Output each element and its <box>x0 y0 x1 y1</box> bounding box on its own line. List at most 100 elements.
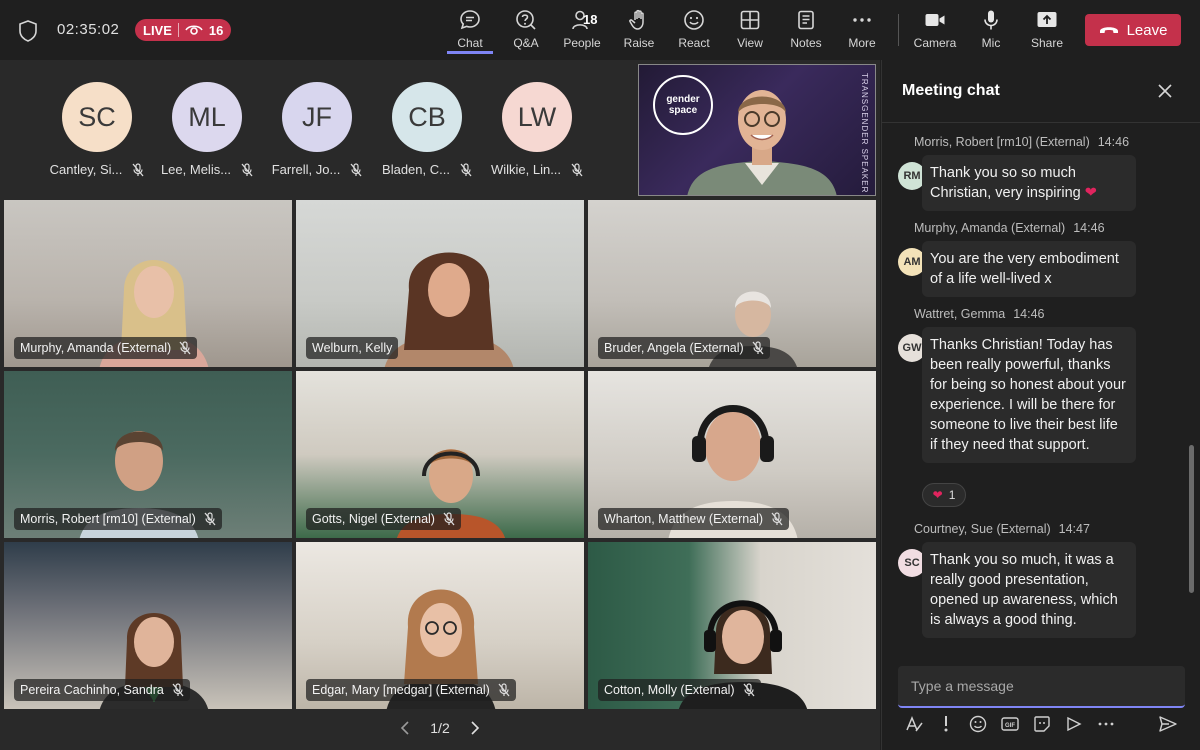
message-input[interactable] <box>898 666 1185 706</box>
mic-off-icon <box>179 341 191 355</box>
share-label: Share <box>1030 36 1064 50</box>
tile-name: Wharton, Matthew (External) <box>604 512 764 526</box>
participant-name-label: Cantley, Si... <box>49 162 123 177</box>
smiley-icon <box>684 10 704 30</box>
shield-icon[interactable] <box>18 20 38 42</box>
participant-name: Wilkie, Lin... <box>482 162 592 177</box>
chevron-right-icon[interactable] <box>470 721 480 735</box>
tile-name: Pereira Cachinho, Sandra <box>20 683 164 697</box>
video-tile[interactable]: Cotton, Molly (External) <box>588 542 876 709</box>
people-count: 18 <box>583 12 598 27</box>
tile-name: Edgar, Mary [medgar] (External) <box>312 683 490 697</box>
message-bubble[interactable]: Thank you so so much Christian, very ins… <box>922 155 1136 211</box>
video-tile[interactable]: Gotts, Nigel (External) <box>296 371 584 538</box>
emoji-icon[interactable] <box>968 714 988 734</box>
message-text: Thank you so much, it was a really good … <box>930 552 1118 628</box>
message-author: Murphy, Amanda (External) <box>914 221 1066 235</box>
video-tile[interactable]: Pereira Cachinho, Sandra <box>4 542 292 709</box>
view-label: View <box>737 36 763 50</box>
mic-button[interactable]: Mic <box>978 8 1004 54</box>
mic-off-icon <box>460 162 472 176</box>
camera-button[interactable]: Camera <box>913 8 957 54</box>
message-bubble[interactable]: Thank you so much, it was a really good … <box>922 542 1136 638</box>
more-actions-icon[interactable] <box>1096 714 1116 734</box>
tile-name: Morris, Robert [rm10] (External) <box>20 512 196 526</box>
mic-off-icon <box>443 512 455 526</box>
share-button[interactable]: Share <box>1030 8 1064 54</box>
presenter-video[interactable]: gender space TRANSGENDER SPEAKER <box>638 64 876 196</box>
viewer-count: 16 <box>208 22 224 38</box>
priority-icon[interactable] <box>936 714 956 734</box>
tile-name-label: Pereira Cachinho, Sandra <box>14 679 190 701</box>
raise-label: Raise <box>623 36 655 50</box>
live-badge[interactable]: LIVE 16 <box>135 19 232 41</box>
message-bubble[interactable]: Thanks Christian! Today has been really … <box>922 327 1136 463</box>
svg-text:GIF: GIF <box>1005 723 1015 729</box>
leave-button[interactable]: Leave <box>1085 14 1181 46</box>
loop-component-icon[interactable] <box>1064 714 1084 734</box>
tile-name: Murphy, Amanda (External) <box>20 341 172 355</box>
share-icon <box>1037 12 1057 27</box>
heart-icon: ❤ <box>932 488 943 502</box>
participant-avatar[interactable]: ML Lee, Melis... <box>152 82 262 177</box>
more-button[interactable]: More <box>846 8 878 54</box>
close-icon[interactable] <box>1158 84 1172 98</box>
message-time: 14:46 <box>1073 221 1105 235</box>
side-banner-text: TRANSGENDER SPEAKER <box>860 73 869 194</box>
participant-avatar[interactable]: LW Wilkie, Lin... <box>482 82 592 177</box>
send-icon[interactable] <box>1158 714 1178 734</box>
hand-icon <box>629 9 644 30</box>
participant-avatar[interactable]: JF Farrell, Jo... <box>262 82 372 177</box>
grid-view-icon <box>740 10 760 30</box>
message-author: Wattret, Gemma <box>914 307 1006 321</box>
meeting-timer: 02:35:02 <box>57 21 120 38</box>
message-time: 14:46 <box>1097 135 1130 149</box>
eye-icon <box>185 25 203 35</box>
more-icon <box>853 18 871 22</box>
video-tile[interactable]: Edgar, Mary [medgar] (External) <box>296 542 584 709</box>
compose-box <box>898 666 1185 708</box>
chat-messages-list[interactable]: Morris, Robert [rm10] (External) 14:46 RM… <box>882 123 1187 663</box>
camera-label: Camera <box>913 36 957 50</box>
react-button[interactable]: React <box>677 8 711 54</box>
video-tile[interactable]: Morris, Robert [rm10] (External) <box>4 371 292 538</box>
chat-scrollbar[interactable] <box>1189 445 1194 593</box>
avatar-circle: SC <box>62 82 132 152</box>
message-text: You are the very embodiment of a life we… <box>930 251 1119 287</box>
format-icon[interactable] <box>904 714 924 734</box>
qa-button[interactable]: Q&A <box>510 8 542 54</box>
tile-name-label: Wharton, Matthew (External) <box>598 508 790 530</box>
chat-button[interactable]: Chat <box>447 8 493 54</box>
participant-avatar[interactable]: CB Bladen, C... <box>372 82 482 177</box>
mic-off-icon <box>241 162 253 176</box>
reaction-count: 1 <box>948 488 956 502</box>
mic-off-icon <box>771 512 783 526</box>
mic-off-icon <box>752 341 764 355</box>
heart-reaction[interactable]: ❤ 1 <box>922 483 966 507</box>
participant-name-label: Bladen, C... <box>382 162 450 177</box>
people-button[interactable]: 18 People <box>560 8 604 54</box>
gif-icon[interactable]: GIF <box>1000 714 1020 734</box>
participant-name-label: Lee, Melis... <box>160 162 232 177</box>
view-button[interactable]: View <box>734 8 766 54</box>
sticker-icon[interactable] <box>1032 714 1052 734</box>
qa-label: Q&A <box>513 36 539 50</box>
message-meta: Morris, Robert [rm10] (External) 14:46 <box>914 135 1129 149</box>
video-tile[interactable]: Welburn, Kelly <box>296 200 584 367</box>
participant-avatar[interactable]: SC Cantley, Si... <box>42 82 152 177</box>
participant-name-label: Farrell, Jo... <box>271 162 341 177</box>
notes-button[interactable]: Notes <box>788 8 824 54</box>
video-tile[interactable]: Murphy, Amanda (External) <box>4 200 292 367</box>
microphone-icon <box>984 10 998 30</box>
meeting-toolbar: 02:35:02 LIVE 16 Chat Q&A 18 People Rais… <box>0 0 1200 60</box>
mic-off-icon <box>743 683 755 697</box>
message-bubble[interactable]: You are the very embodiment of a life we… <box>922 241 1136 297</box>
message-author: Courtney, Sue (External) <box>914 522 1051 536</box>
participant-figure <box>384 252 514 367</box>
participant-name: Lee, Melis... <box>152 162 262 177</box>
video-tile[interactable]: Bruder, Angela (External) <box>588 200 876 367</box>
raise-hand-button[interactable]: Raise <box>622 8 656 54</box>
chevron-left-icon[interactable] <box>400 721 410 735</box>
video-tile[interactable]: Wharton, Matthew (External) <box>588 371 876 538</box>
participant-name-label: Wilkie, Lin... <box>490 162 562 177</box>
